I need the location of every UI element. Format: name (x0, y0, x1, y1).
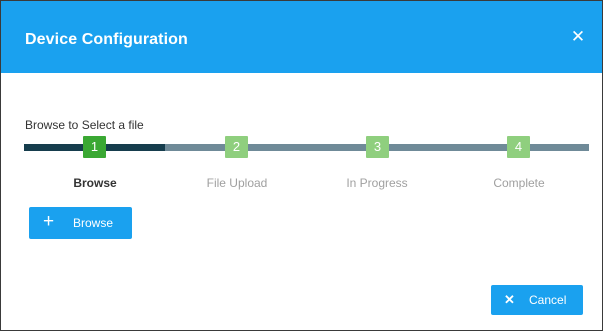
step-4-label: Complete (493, 176, 545, 190)
step-1-label: Browse (73, 176, 117, 190)
close-icon[interactable]: ✕ (568, 27, 588, 47)
cancel-button-label: Cancel (529, 293, 567, 307)
step-2-number: 2 (225, 136, 248, 158)
progress-track (24, 144, 589, 151)
close-icon: ✕ (504, 292, 515, 307)
browse-button-label: Browse (73, 216, 114, 230)
step-3-number: 3 (366, 136, 389, 158)
step-2-label: File Upload (206, 176, 268, 190)
device-configuration-dialog: Device Configuration ✕ Browse to Select … (0, 0, 603, 331)
dialog-header: Device Configuration ✕ (1, 1, 602, 73)
step-1-number: 1 (83, 136, 106, 158)
wizard-caption: Browse to Select a file (25, 118, 144, 132)
step-4-number: 4 (507, 136, 530, 158)
cancel-button[interactable]: ✕ Cancel (491, 285, 583, 315)
step-3-label: In Progress (346, 176, 408, 190)
plus-icon: + (43, 211, 55, 232)
browse-button[interactable]: + Browse (29, 207, 132, 239)
dialog-title: Device Configuration (25, 31, 188, 48)
